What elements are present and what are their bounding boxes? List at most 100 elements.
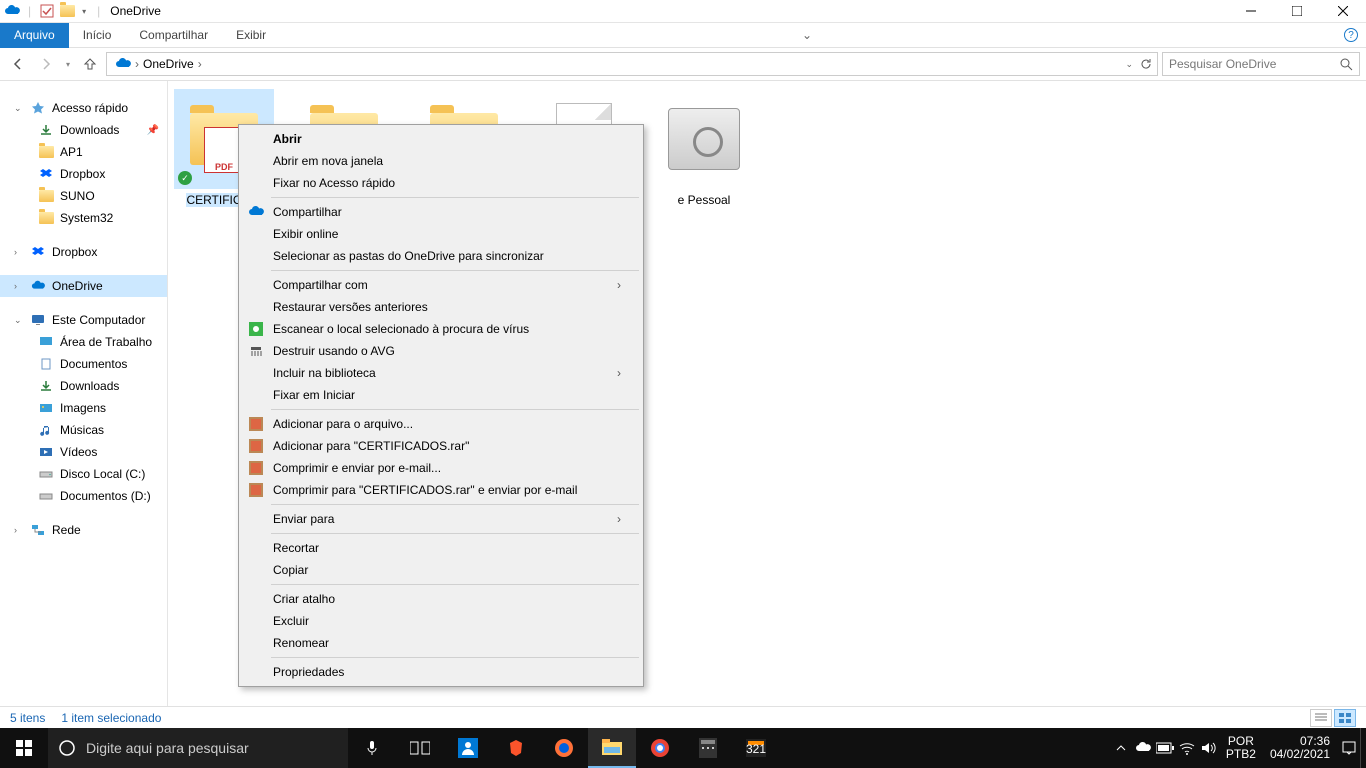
up-button[interactable] — [78, 52, 102, 76]
tab-home[interactable]: Início — [69, 23, 126, 48]
sidebar-item-desktop[interactable]: Área de Trabalho — [0, 331, 167, 353]
ctx-share-with[interactable]: Compartilhar com› — [241, 274, 641, 296]
breadcrumb-root[interactable]: › OneDrive › — [111, 56, 206, 72]
tray-volume-icon[interactable] — [1198, 728, 1220, 768]
ctx-properties[interactable]: Propriedades — [241, 661, 641, 683]
sidebar-item-label: Downloads — [60, 123, 119, 137]
sidebar-item-music[interactable]: Músicas — [0, 419, 167, 441]
sidebar-quick-access[interactable]: ⌄ Acesso rápido — [0, 97, 167, 119]
expand-icon[interactable]: › — [14, 247, 24, 257]
separator — [271, 533, 639, 534]
tray-overflow-icon[interactable] — [1110, 728, 1132, 768]
sidebar-onedrive-root[interactable]: › OneDrive — [0, 275, 167, 297]
ctx-send-to[interactable]: Enviar para› — [241, 508, 641, 530]
taskbar-app-brave[interactable] — [492, 728, 540, 768]
maximize-button[interactable] — [1274, 0, 1320, 23]
sidebar-dropbox-root[interactable]: › Dropbox — [0, 241, 167, 263]
ctx-view-online[interactable]: Exibir online — [241, 223, 641, 245]
file-item[interactable]: e Pessoal — [654, 89, 754, 207]
navigation-pane: ⌄ Acesso rápido Downloads 📌 AP1 Dropbox … — [0, 81, 168, 706]
sidebar-item-ap1[interactable]: AP1 — [0, 141, 167, 163]
refresh-icon[interactable] — [1139, 57, 1153, 71]
ctx-copy[interactable]: Copiar — [241, 559, 641, 581]
ctx-open[interactable]: Abrir — [241, 128, 641, 150]
drive-icon — [38, 488, 54, 504]
chevron-right-icon: › — [617, 278, 621, 292]
view-details-button[interactable] — [1310, 709, 1332, 727]
ctx-pin-quick[interactable]: Fixar no Acesso rápido — [241, 172, 641, 194]
close-button[interactable] — [1320, 0, 1366, 23]
taskbar-app-firefox[interactable] — [540, 728, 588, 768]
ctx-compress-email[interactable]: Comprimir e enviar por e-mail... — [241, 457, 641, 479]
ctx-add-rar[interactable]: Adicionar para "CERTIFICADOS.rar" — [241, 435, 641, 457]
view-icons-button[interactable] — [1334, 709, 1356, 727]
tray-wifi-icon[interactable] — [1176, 728, 1198, 768]
recent-dropdown[interactable]: ▾ — [62, 52, 74, 76]
ctx-pin-start[interactable]: Fixar em Iniciar — [241, 384, 641, 406]
tray-language[interactable]: POR PTB2 — [1220, 735, 1262, 761]
sidebar-item-videos[interactable]: Vídeos — [0, 441, 167, 463]
start-button[interactable] — [0, 728, 48, 768]
ctx-include-library[interactable]: Incluir na biblioteca› — [241, 362, 641, 384]
sidebar-item-pictures[interactable]: Imagens — [0, 397, 167, 419]
taskbar-mic[interactable] — [348, 728, 396, 768]
help-icon[interactable]: ? — [1344, 28, 1358, 42]
sidebar-item-suno[interactable]: SUNO — [0, 185, 167, 207]
search-input[interactable]: Pesquisar OneDrive — [1162, 52, 1360, 76]
ctx-create-shortcut[interactable]: Criar atalho — [241, 588, 641, 610]
sidebar-network-root[interactable]: › Rede — [0, 519, 167, 541]
sidebar-thispc-root[interactable]: ⌄ Este Computador — [0, 309, 167, 331]
forward-button[interactable] — [34, 52, 58, 76]
address-bar[interactable]: › OneDrive › ⌄ — [106, 52, 1158, 76]
tab-share[interactable]: Compartilhar — [125, 23, 222, 48]
checkbox-icon[interactable] — [39, 3, 55, 19]
ctx-shred-avg[interactable]: Destruir usando o AVG — [241, 340, 641, 362]
taskbar-app-mpc[interactable]: 321 — [732, 728, 780, 768]
sidebar-item-drive-c[interactable]: Disco Local (C:) — [0, 463, 167, 485]
sidebar-item-dropbox[interactable]: Dropbox — [0, 163, 167, 185]
ctx-add-archive[interactable]: Adicionar para o arquivo... — [241, 413, 641, 435]
back-button[interactable] — [6, 52, 30, 76]
address-dropdown-icon[interactable]: ⌄ — [1125, 59, 1133, 70]
minimize-button[interactable] — [1228, 0, 1274, 23]
taskbar-search[interactable]: Digite aqui para pesquisar — [48, 728, 348, 768]
taskbar-app-explorer[interactable] — [588, 728, 636, 768]
dropdown-icon[interactable]: ▾ — [79, 3, 89, 19]
sidebar-item-drive-d[interactable]: Documentos (D:) — [0, 485, 167, 507]
taskbar-app-calculator[interactable] — [684, 728, 732, 768]
ctx-cut[interactable]: Recortar — [241, 537, 641, 559]
sidebar-item-system32[interactable]: System32 — [0, 207, 167, 229]
sidebar-item-downloads[interactable]: Downloads 📌 — [0, 119, 167, 141]
show-desktop-button[interactable] — [1360, 728, 1366, 768]
ctx-compress-rar-email[interactable]: Comprimir para "CERTIFICADOS.rar" e envi… — [241, 479, 641, 501]
dropbox-icon — [30, 244, 46, 260]
tray-onedrive-icon[interactable] — [1132, 728, 1154, 768]
tab-view[interactable]: Exibir — [222, 23, 280, 48]
expand-icon[interactable]: ⌄ — [14, 315, 24, 326]
ribbon-collapse-icon[interactable]: ⌄ — [802, 28, 812, 42]
tray-clock[interactable]: 07:36 04/02/2021 — [1262, 735, 1338, 761]
sidebar-item-downloads2[interactable]: Downloads — [0, 375, 167, 397]
ctx-open-new-window[interactable]: Abrir em nova janela — [241, 150, 641, 172]
expand-icon[interactable]: › — [14, 525, 24, 535]
ctx-share[interactable]: Compartilhar — [241, 201, 641, 223]
taskbar: Digite aqui para pesquisar 321 POR PTB2 … — [0, 728, 1366, 768]
svg-text:321: 321 — [746, 742, 766, 756]
window-title: OneDrive — [110, 4, 161, 18]
expand-icon[interactable]: ⌄ — [14, 103, 24, 114]
taskbar-app-contacts[interactable] — [444, 728, 492, 768]
tray-battery-icon[interactable] — [1154, 728, 1176, 768]
tray-notifications-icon[interactable] — [1338, 728, 1360, 768]
separator — [271, 270, 639, 271]
taskbar-taskview[interactable] — [396, 728, 444, 768]
ctx-restore-versions[interactable]: Restaurar versões anteriores — [241, 296, 641, 318]
ctx-delete[interactable]: Excluir — [241, 610, 641, 632]
ctx-rename[interactable]: Renomear — [241, 632, 641, 654]
tab-file[interactable]: Arquivo — [0, 23, 69, 48]
ctx-scan-virus[interactable]: Escanear o local selecionado à procura d… — [241, 318, 641, 340]
taskbar-app-chrome[interactable] — [636, 728, 684, 768]
expand-icon[interactable]: › — [14, 281, 24, 291]
sidebar-item-documents[interactable]: Documentos — [0, 353, 167, 375]
chevron-right-icon: › — [135, 57, 139, 71]
ctx-choose-folders[interactable]: Selecionar as pastas do OneDrive para si… — [241, 245, 641, 267]
